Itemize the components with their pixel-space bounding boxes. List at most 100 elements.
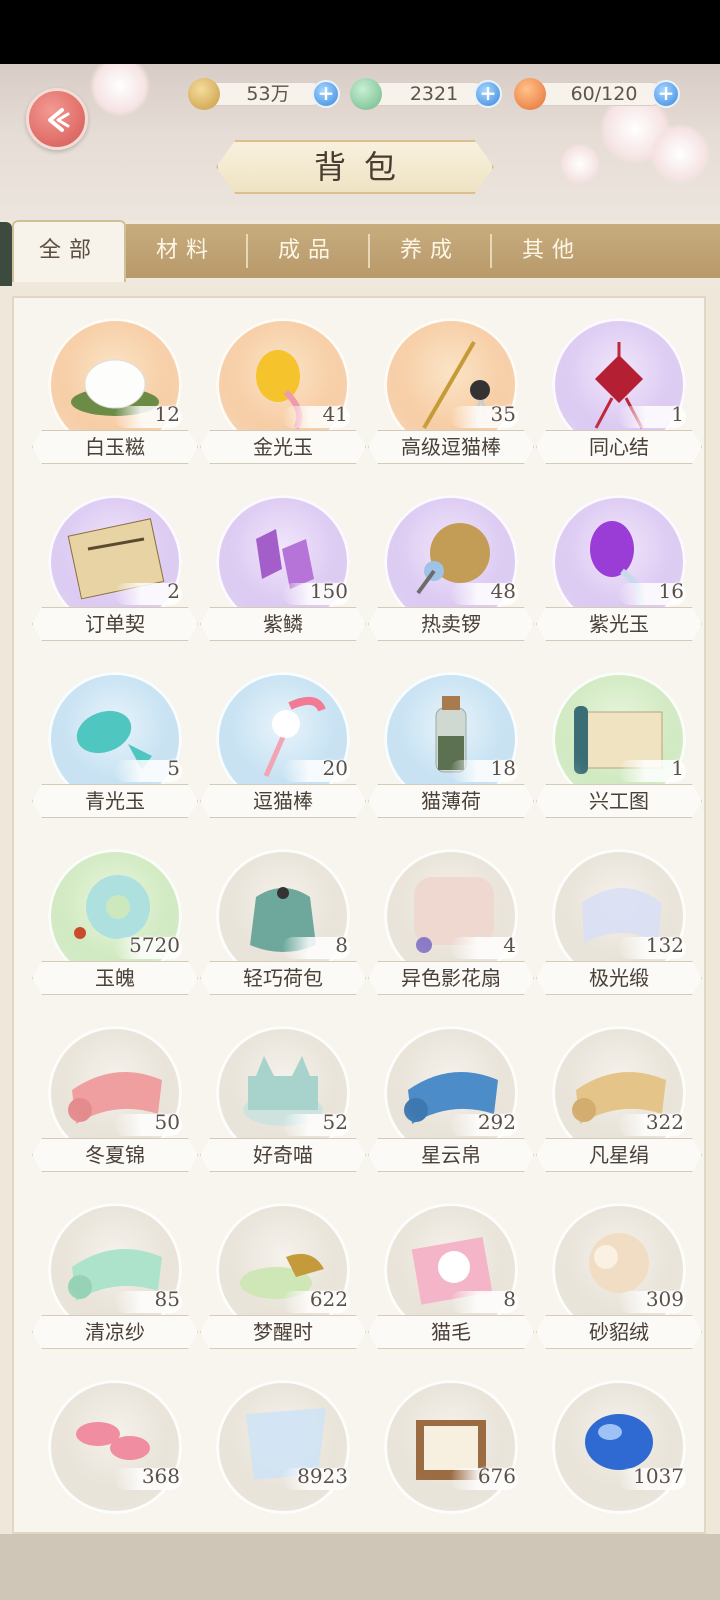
item-count: 292	[477, 1110, 516, 1134]
coin-icon	[188, 78, 220, 110]
item-count: 8923	[297, 1464, 348, 1488]
inventory-item[interactable]: 18 猫薄荷	[368, 672, 534, 822]
tab-all[interactable]: 全部	[12, 220, 126, 282]
item-name: 热卖锣	[421, 612, 481, 636]
item-ring	[552, 1380, 686, 1514]
blossom-decoration	[90, 64, 150, 116]
currency-jade: 2321 +	[350, 78, 506, 110]
item-name: 紫鳞	[263, 612, 303, 636]
inventory-item[interactable]: 41 金光玉	[200, 318, 366, 468]
back-button[interactable]	[26, 88, 88, 150]
item-ring	[48, 1380, 182, 1514]
back-arrow-icon	[48, 108, 70, 132]
inventory-item[interactable]: 35 高级逗猫棒	[368, 318, 534, 468]
item-name: 星云帛	[421, 1143, 481, 1167]
item-name: 异色影花扇	[401, 966, 501, 990]
inventory-panel: 12 白玉糍 41 金光玉 35 高级逗猫棒 1 同心结 2 订单契 150 紫鳞 48 热卖锣 16 紫光玉…	[0, 286, 720, 1534]
item-count: 41	[322, 402, 348, 426]
item-count: 8	[503, 1287, 516, 1311]
item-name: 兴工图	[589, 789, 649, 813]
item-count: 35	[490, 402, 516, 426]
item-count: 5720	[129, 933, 180, 957]
item-count: 16	[658, 579, 684, 603]
item-count: 676	[477, 1464, 516, 1488]
page-title: 背包	[313, 148, 414, 186]
inventory-item[interactable]: 2 订单契	[32, 495, 198, 645]
inventory-item[interactable]: 16 紫光玉	[536, 495, 702, 645]
inventory-item[interactable]: 52 好奇喵	[200, 1026, 366, 1176]
add-jade-button[interactable]: +	[474, 80, 502, 108]
item-name: 订单契	[85, 612, 145, 636]
item-name: 好奇喵	[253, 1143, 313, 1167]
item-count: 8	[335, 933, 348, 957]
inventory-item[interactable]: 8 轻巧荷包	[200, 849, 366, 999]
item-count: 132	[645, 933, 684, 957]
item-name: 凡星绢	[589, 1143, 649, 1167]
blossom-decoration	[560, 144, 600, 184]
item-count: 85	[154, 1287, 180, 1311]
item-name: 梦醒时	[253, 1320, 313, 1344]
header: 53万 + 2321 + 60/120 + 背包	[0, 64, 720, 224]
tab-bar: 全部 材料 成品 养成 其他	[0, 220, 720, 286]
inventory-item[interactable]: 4 异色影花扇	[368, 849, 534, 999]
currency-stamina: 60/120 +	[514, 78, 684, 110]
tab-materials[interactable]: 材料	[126, 224, 246, 278]
inventory-item[interactable]: 1 兴工图	[536, 672, 702, 822]
inventory-item[interactable]: 8 猫毛	[368, 1203, 534, 1353]
item-name: 猫薄荷	[421, 789, 481, 813]
item-count: 1	[671, 756, 684, 780]
item-count: 2	[167, 579, 180, 603]
inventory-grid: 12 白玉糍 41 金光玉 35 高级逗猫棒 1 同心结 2 订单契 150 紫鳞 48 热卖锣 16 紫光玉…	[12, 296, 706, 1534]
item-count: 18	[490, 756, 516, 780]
stamina-value: 60/120	[570, 83, 638, 105]
jade-value: 2321	[409, 83, 459, 105]
item-name: 同心结	[589, 435, 649, 459]
tab-other[interactable]: 其他	[492, 224, 612, 278]
item-count: 50	[154, 1110, 180, 1134]
item-name: 玉魄	[95, 966, 135, 990]
item-ring	[216, 1380, 350, 1514]
inventory-item[interactable]: 85 清凉纱	[32, 1203, 198, 1353]
item-count: 52	[322, 1110, 348, 1134]
inventory-item[interactable]: 132 极光缎	[536, 849, 702, 999]
add-stamina-button[interactable]: +	[652, 80, 680, 108]
item-count: 4	[503, 933, 516, 957]
item-count: 368	[141, 1464, 180, 1488]
item-count: 48	[490, 579, 516, 603]
item-ring	[384, 1380, 518, 1514]
inventory-item[interactable]: 1 同心结	[536, 318, 702, 468]
coin-value: 53万	[246, 83, 290, 105]
inventory-item[interactable]: 12 白玉糍	[32, 318, 198, 468]
item-count: 622	[309, 1287, 348, 1311]
item-name: 紫光玉	[589, 612, 649, 636]
inventory-item[interactable]: 48 热卖锣	[368, 495, 534, 645]
item-count: 5	[167, 756, 180, 780]
inventory-item[interactable]: 292 星云帛	[368, 1026, 534, 1176]
add-coin-button[interactable]: +	[312, 80, 340, 108]
item-name: 冬夏锦	[85, 1143, 145, 1167]
status-bar	[0, 0, 720, 64]
jade-icon	[350, 78, 382, 110]
inventory-item[interactable]: 622 梦醒时	[200, 1203, 366, 1353]
tab-cultivation[interactable]: 养成	[370, 224, 490, 278]
inventory-item[interactable]: 50 冬夏锦	[32, 1026, 198, 1176]
inventory-item[interactable]: 5 青光玉	[32, 672, 198, 822]
inventory-item[interactable]: 5720 玉魄	[32, 849, 198, 999]
inventory-item[interactable]: 8923	[204, 1380, 362, 1530]
inventory-item[interactable]: 20 逗猫棒	[200, 672, 366, 822]
inventory-item[interactable]: 368	[36, 1380, 194, 1530]
item-name: 清凉纱	[85, 1320, 145, 1344]
stamina-icon	[514, 78, 546, 110]
inventory-item[interactable]: 1037	[540, 1380, 698, 1530]
inventory-item[interactable]: 150 紫鳞	[200, 495, 366, 645]
inventory-item[interactable]: 309 砂貂绒	[536, 1203, 702, 1353]
inventory-item[interactable]: 676	[372, 1380, 530, 1530]
item-count: 1	[671, 402, 684, 426]
inventory-item[interactable]: 322 凡星绢	[536, 1026, 702, 1176]
item-count: 150	[309, 579, 348, 603]
item-name: 青光玉	[85, 789, 145, 813]
bottom-bar	[0, 1534, 720, 1600]
item-name: 轻巧荷包	[243, 966, 323, 990]
item-name: 砂貂绒	[589, 1320, 649, 1344]
tab-products[interactable]: 成品	[248, 224, 368, 278]
